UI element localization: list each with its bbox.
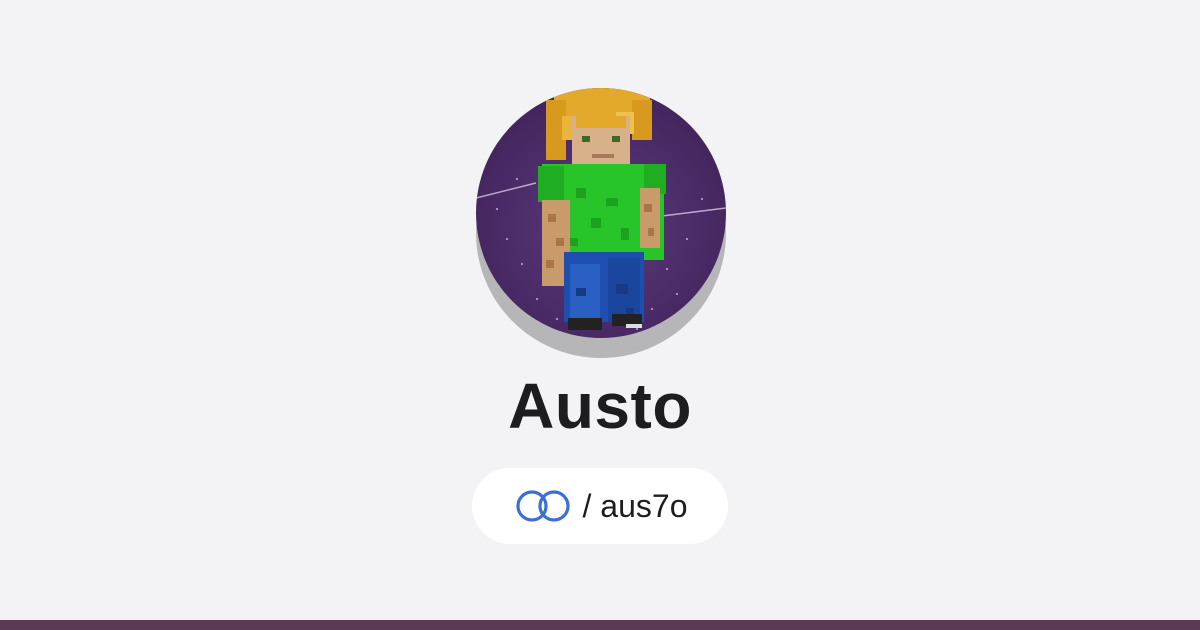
handle-separator: / bbox=[582, 487, 601, 524]
avatar-image bbox=[476, 88, 726, 338]
linked-rings-icon bbox=[513, 489, 573, 523]
bottom-accent-bar bbox=[0, 620, 1200, 630]
avatar[interactable] bbox=[476, 88, 726, 338]
profile-card: Austo / aus7o bbox=[0, 0, 1200, 620]
social-handle-pill[interactable]: / aus7o bbox=[472, 468, 728, 544]
handle-text-group: / aus7o bbox=[583, 488, 688, 525]
handle-username: aus7o bbox=[600, 487, 688, 524]
avatar-container bbox=[476, 88, 726, 358]
profile-display-name: Austo bbox=[508, 370, 692, 442]
